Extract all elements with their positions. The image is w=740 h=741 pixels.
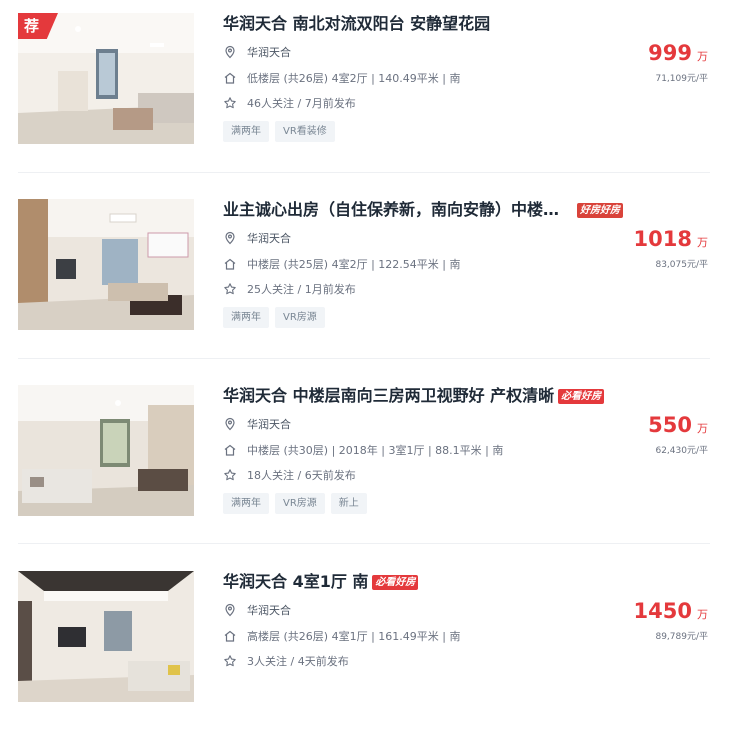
good-house-badge: 好房好房 (577, 202, 623, 218)
community-link[interactable]: 华润天合 (247, 230, 291, 246)
follow-info: 25人关注 / 1月前发布 (247, 283, 356, 296)
tag: VR看装修 (275, 121, 335, 142)
price-unit: 万 (697, 422, 708, 435)
total-price: 1450 (633, 599, 692, 623)
follow-info: 46人关注 / 7月前发布 (247, 97, 356, 110)
unit-price: 71,109元/平 (655, 74, 708, 84)
follow-info-row: 46人关注 / 7月前发布 (223, 94, 356, 112)
listing-photo[interactable]: 荐 (18, 13, 194, 144)
house-info: 高楼层 (共26层) 4室1厅 | 161.49平米 | 南 (247, 630, 461, 643)
price-unit: 万 (697, 50, 708, 63)
must-see-badge: 必看好房 (372, 574, 419, 590)
unit-price: 83,075元/平 (655, 260, 708, 270)
price-unit: 万 (697, 608, 708, 621)
price-unit: 万 (697, 236, 708, 249)
house-info-row: 低楼层 (共26层) 4室2厅 | 140.49平米 | 南 (223, 69, 460, 87)
listing-title[interactable]: 华润天合 4室1厅 南 (223, 571, 368, 593)
community-row: 华润天合 (223, 601, 291, 619)
house-info-row: 中楼层 (共30层) | 2018年 | 3室1厅 | 88.1平米 | 南 (223, 441, 503, 459)
location-pin-icon (223, 45, 237, 59)
follow-info: 18人关注 / 6天前发布 (247, 469, 356, 482)
divider (18, 172, 710, 173)
listing-card[interactable]: 业主诚心出房（自住保养新，南向安静）中楼层... 好房好房 华润天合 中楼层 (… (0, 199, 740, 369)
room-photo-image (18, 199, 194, 330)
listing-photo[interactable] (18, 385, 194, 516)
community-link[interactable]: 华润天合 (247, 416, 291, 432)
tag: 满两年 (223, 493, 269, 514)
room-photo-image (18, 385, 194, 516)
star-icon (223, 282, 237, 296)
listing-card[interactable]: 华润天合 中楼层南向三房两卫视野好 产权清晰 必看好房 华润天合 中楼层 (共3… (0, 385, 740, 555)
house-icon (223, 629, 237, 643)
must-see-badge: 必看好房 (558, 388, 605, 404)
house-info: 中楼层 (共30层) | 2018年 | 3室1厅 | 88.1平米 | 南 (247, 444, 504, 457)
tag: 满两年 (223, 121, 269, 142)
total-price: 1018 (633, 227, 692, 251)
house-info: 中楼层 (共25层) 4室2厅 | 122.54平米 | 南 (247, 258, 461, 271)
total-price: 550 (648, 413, 692, 437)
follow-info: 3人关注 / 4天前发布 (247, 655, 349, 668)
listing-photo[interactable] (18, 199, 194, 330)
community-link[interactable]: 华润天合 (247, 44, 291, 60)
divider (18, 358, 710, 359)
location-pin-icon (223, 603, 237, 617)
follow-info-row: 18人关注 / 6天前发布 (223, 466, 356, 484)
community-row: 华润天合 (223, 229, 291, 247)
listing-photo[interactable] (18, 571, 194, 702)
tag-list: 满两年 VR房源 (223, 307, 325, 328)
community-row: 华润天合 (223, 43, 291, 61)
listing-list: 荐 华润天合 南北对流双阳台 安静望花园 华润天合 低楼层 (共26层) 4室2… (0, 0, 740, 702)
price-box: 1450 万 89,789元/平 (634, 599, 708, 642)
listing-title[interactable]: 华润天合 南北对流双阳台 安静望花园 (223, 13, 490, 35)
price-box: 999 万 71,109元/平 (648, 41, 708, 84)
tag: 满两年 (223, 307, 269, 328)
listing-card[interactable]: 华润天合 4室1厅 南 必看好房 华润天合 高楼层 (共26层) 4室1厅 | … (0, 571, 740, 741)
follow-info-row: 3人关注 / 4天前发布 (223, 652, 349, 670)
house-icon (223, 443, 237, 457)
house-info: 低楼层 (共26层) 4室2厅 | 140.49平米 | 南 (247, 72, 461, 85)
tag: 新上 (330, 493, 367, 514)
community-row: 华润天合 (223, 415, 291, 433)
house-icon (223, 257, 237, 271)
star-icon (223, 96, 237, 110)
location-pin-icon (223, 417, 237, 431)
house-icon (223, 71, 237, 85)
community-link[interactable]: 华润天合 (247, 602, 291, 618)
tag-list: 满两年 VR房源 新上 (223, 493, 367, 514)
price-box: 1018 万 83,075元/平 (634, 227, 708, 270)
location-pin-icon (223, 231, 237, 245)
tag: VR房源 (275, 493, 325, 514)
house-info-row: 高楼层 (共26层) 4室1厅 | 161.49平米 | 南 (223, 627, 460, 645)
listing-title[interactable]: 业主诚心出房（自住保养新，南向安静）中楼层... (223, 199, 573, 221)
star-icon (223, 468, 237, 482)
star-icon (223, 654, 237, 668)
unit-price: 62,430元/平 (655, 446, 708, 456)
unit-price: 89,789元/平 (655, 632, 708, 642)
listing-card[interactable]: 荐 华润天合 南北对流双阳台 安静望花园 华润天合 低楼层 (共26层) 4室2… (0, 13, 740, 183)
house-info-row: 中楼层 (共25层) 4室2厅 | 122.54平米 | 南 (223, 255, 460, 273)
tag-list: 满两年 VR看装修 (223, 121, 335, 142)
follow-info-row: 25人关注 / 1月前发布 (223, 280, 356, 298)
divider (18, 543, 710, 544)
total-price: 999 (648, 41, 692, 65)
room-photo-image (18, 571, 194, 702)
price-box: 550 万 62,430元/平 (648, 413, 708, 456)
tag: VR房源 (275, 307, 325, 328)
listing-title[interactable]: 华润天合 中楼层南向三房两卫视野好 产权清晰 (223, 385, 554, 407)
